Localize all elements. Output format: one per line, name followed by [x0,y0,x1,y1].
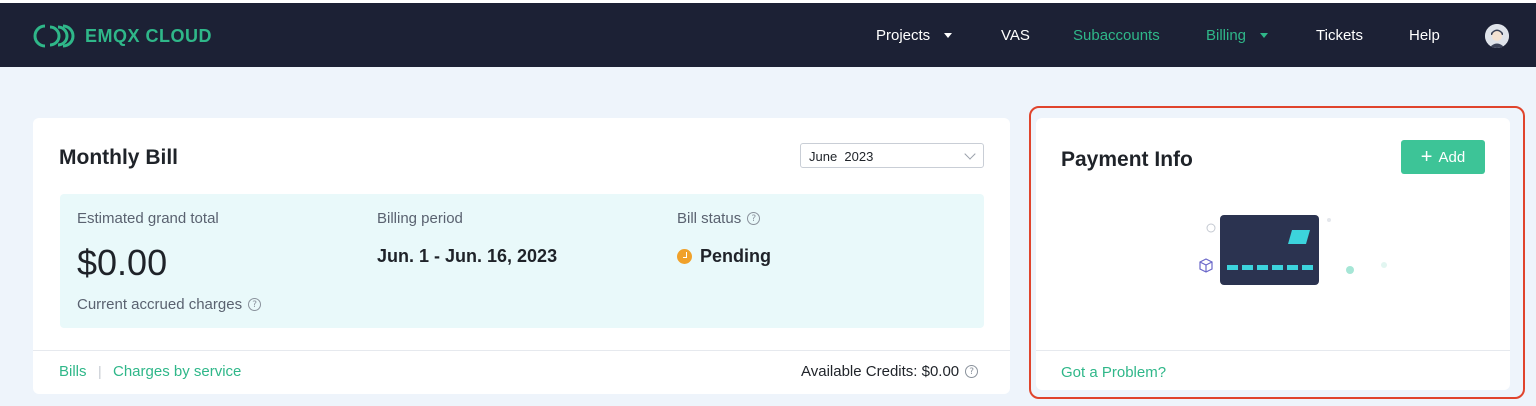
monthly-bill-card: Monthly Bill June 2023 Estimated grand t… [33,118,1010,394]
bill-status-value: Pending [677,246,771,267]
billing-period-label-text: Billing period [377,210,463,227]
nav-subaccounts-label: Subaccounts [1073,27,1160,44]
nav-billing[interactable]: Billing [1206,27,1269,44]
estimated-total-label: Estimated grand total [77,210,219,227]
emqx-logo-icon [33,24,75,48]
month-select[interactable]: June 2023 [800,143,984,168]
help-icon[interactable]: ? [747,212,761,225]
nav-vas-label: VAS [1001,27,1030,44]
pending-clock-icon [677,249,692,264]
help-icon[interactable]: ? [248,298,262,311]
plus-icon: + [1420,146,1433,168]
billing-period-label: Billing period [377,210,463,227]
brand-logo[interactable]: EMQX CLOUD [32,23,212,49]
bills-link[interactable]: Bills [59,363,87,380]
estimated-total-amount: $0.00 [77,242,168,283]
user-avatar-image [1485,24,1509,48]
card-footer-divider [33,350,1010,351]
nav-projects[interactable]: Projects [876,27,953,44]
accrued-charges-label: Current accrued charges ? [77,296,262,313]
card-footer-divider [1036,350,1510,351]
got-a-problem-link[interactable]: Got a Problem? [1061,364,1166,381]
billing-period-value: Jun. 1 - Jun. 16, 2023 [377,246,558,266]
nav-vas[interactable]: VAS [1001,27,1030,44]
bill-status-text: Pending [700,246,771,266]
monthly-bill-title: Monthly Bill [59,146,178,169]
month-select-value: June 2023 [809,149,874,164]
nav-tickets-label: Tickets [1316,27,1363,44]
chevron-down-icon [964,148,976,160]
charges-by-service-link[interactable]: Charges by service [113,363,241,380]
payment-info-card: Payment Info + Add Got a Problem? [1036,118,1510,390]
nav-projects-label: Projects [876,27,931,44]
credit-card-illustration [1199,215,1387,285]
nav-subaccounts[interactable]: Subaccounts [1073,27,1160,44]
link-separator: | [98,363,102,379]
nav-billing-label: Billing [1206,27,1247,44]
add-payment-button[interactable]: + Add [1401,140,1485,174]
nav-tickets[interactable]: Tickets [1316,27,1363,44]
bill-summary-panel: Estimated grand total $0.00 Current accr… [60,194,984,328]
nav-help-label: Help [1409,27,1440,44]
available-credits-text: Available Credits: $0.00 [801,363,960,380]
estimated-total-label-text: Estimated grand total [77,210,219,227]
accrued-charges-label-text: Current accrued charges [77,296,243,313]
add-payment-label: Add [1438,148,1466,166]
nav-help[interactable]: Help [1409,27,1440,44]
payment-info-title: Payment Info [1061,148,1193,171]
caret-down-icon [944,33,953,38]
caret-down-icon [1260,33,1269,38]
bill-status-label: Bill status ? [677,210,761,227]
top-navbar: EMQX CLOUD Projects VAS Subaccounts Bill… [0,0,1536,67]
user-avatar-icon[interactable] [1485,24,1509,48]
brand-name: EMQX CLOUD [85,25,213,46]
help-icon[interactable]: ? [965,365,979,378]
available-credits: Available Credits: $0.00 ? [801,363,979,380]
bill-status-label-text: Bill status [677,210,742,227]
